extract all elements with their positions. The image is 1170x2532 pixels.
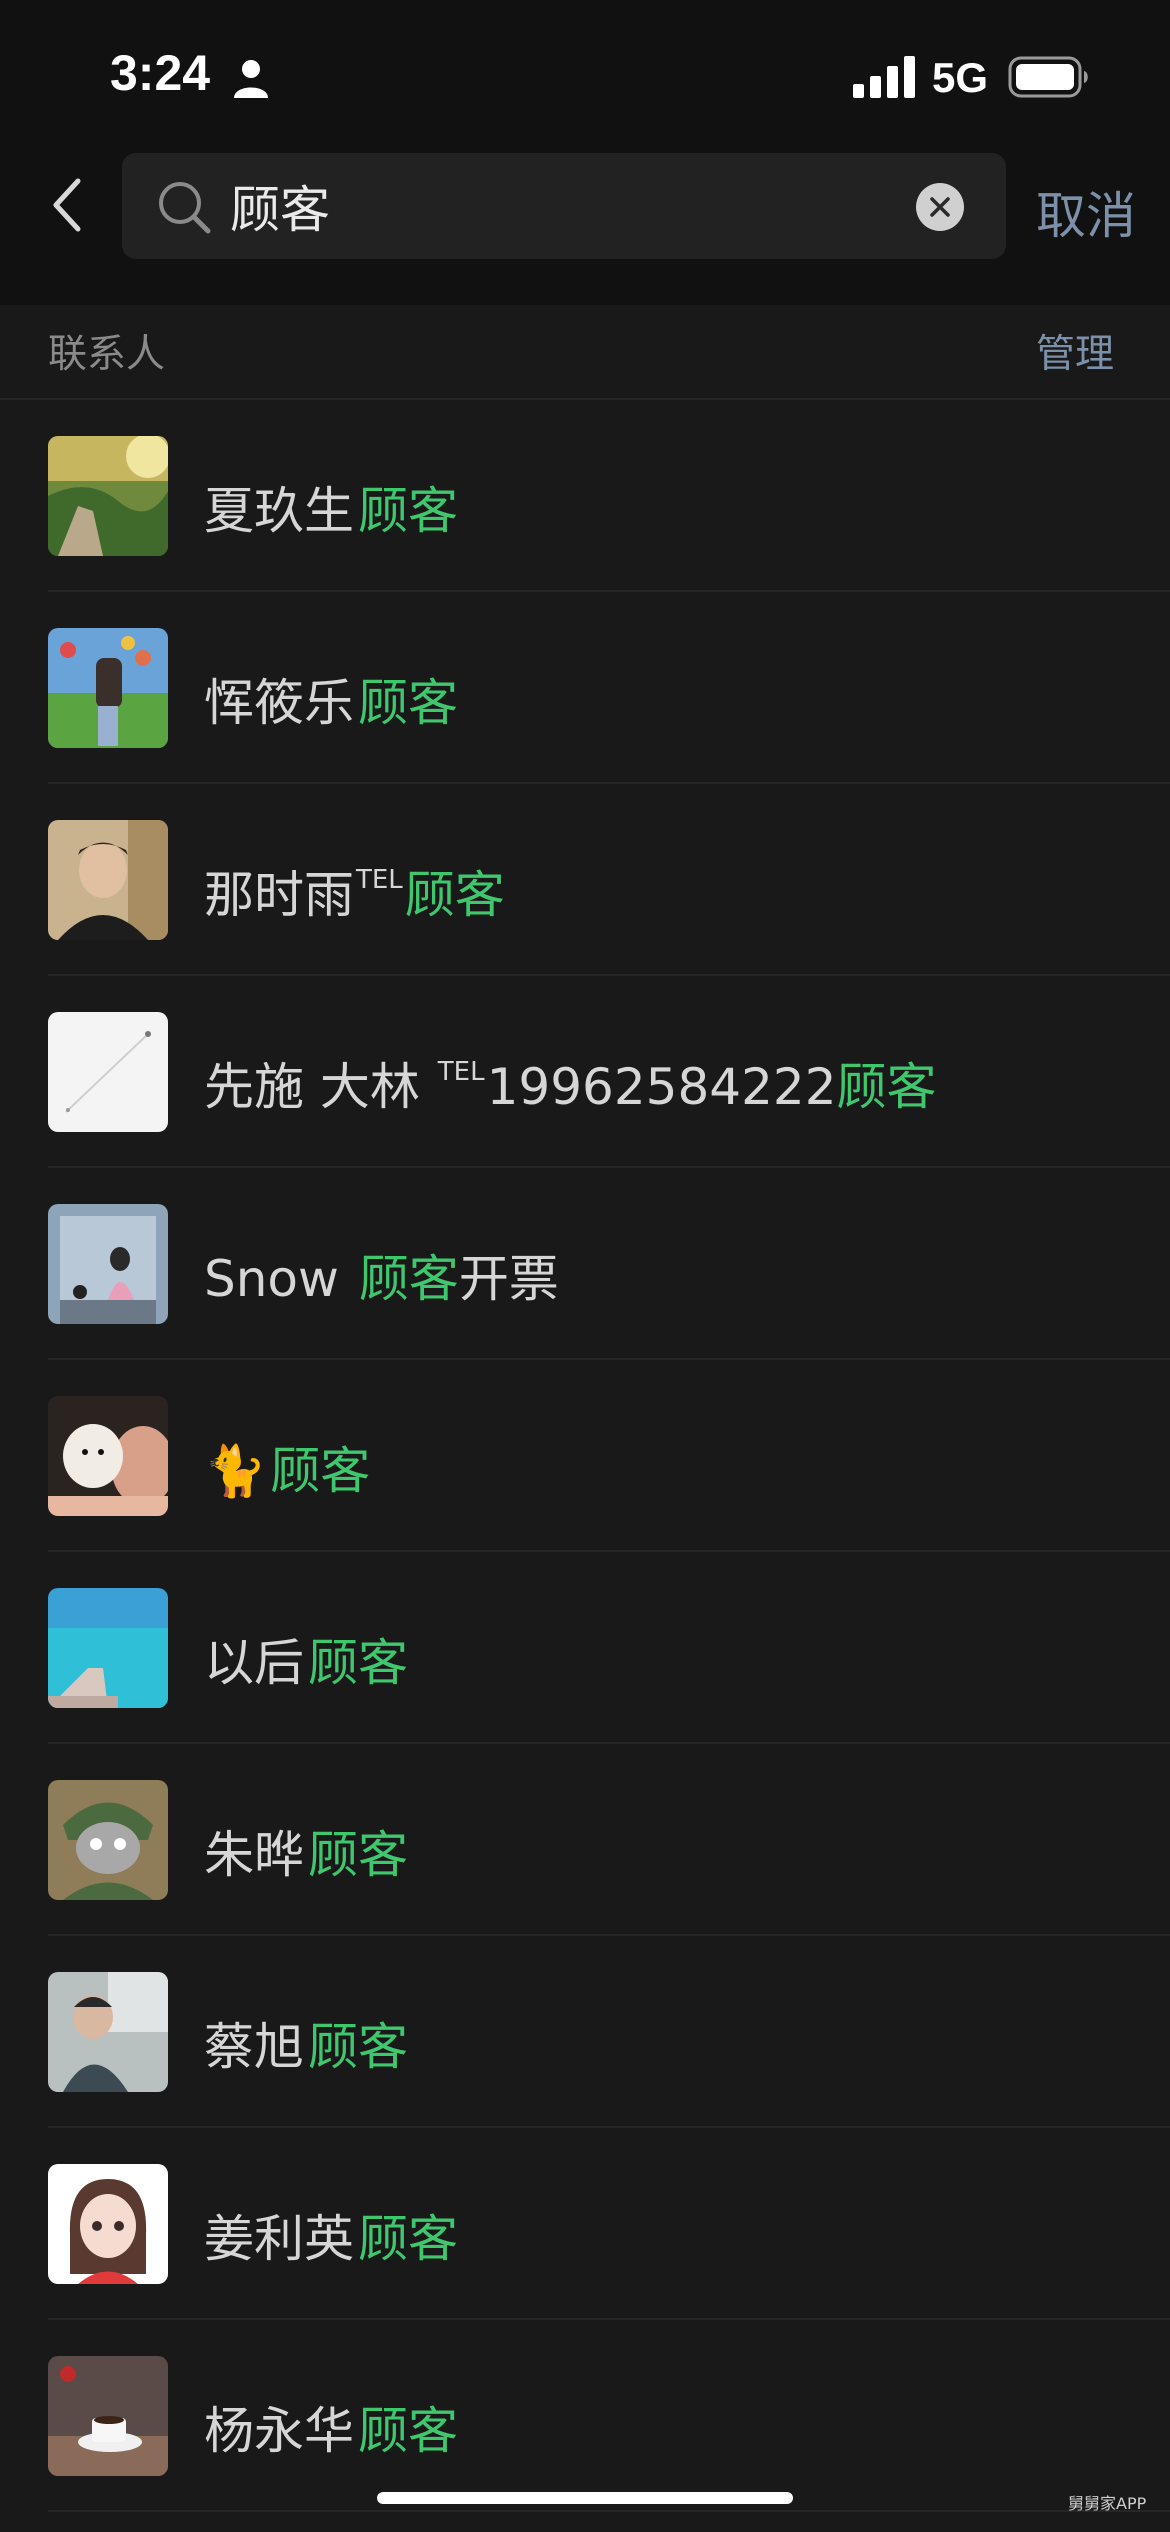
status-time: 3:24 (110, 45, 211, 101)
cellular-signal-icon (853, 56, 915, 98)
contact-name: 杨永华顾客 (204, 2402, 458, 2460)
contact-name: Snow 顾客开票 (204, 1250, 559, 1308)
contact-name: 姜利英顾客 (204, 2210, 458, 2268)
manage-button[interactable]: 管理 (1036, 323, 1114, 379)
contact-name: 先施 大林 TEL19962584222顾客 (204, 1057, 937, 1116)
contact-row[interactable]: 恽筱乐顾客 (0, 592, 1170, 784)
search-input[interactable] (230, 175, 890, 237)
contact-name: 朱晔顾客 (204, 1826, 408, 1884)
avatar (48, 436, 168, 556)
search-icon (159, 182, 211, 234)
contact-row[interactable]: 蔡旭顾客 (0, 1936, 1170, 2128)
contact-name: 蔡旭顾客 (204, 2018, 408, 2076)
contact-row[interactable]: 杨永华顾客 (0, 2320, 1170, 2512)
contact-name: 恽筱乐顾客 (204, 674, 458, 732)
person-icon (234, 60, 268, 98)
close-icon (930, 197, 950, 217)
top-bar: 3:24 5G 取消 (0, 0, 1170, 305)
contact-row[interactable]: Snow 顾客开票 (0, 1168, 1170, 1360)
contact-row[interactable]: 朱晔顾客 (0, 1744, 1170, 1936)
avatar (48, 2164, 168, 2284)
contact-row[interactable]: 先施 大林 TEL19962584222顾客 (0, 976, 1170, 1168)
avatar (48, 1396, 168, 1516)
contact-list: 夏玖生顾客 恽筱乐顾客 那时雨TEL顾客 先施 大林 TEL1996258422… (0, 400, 1170, 2512)
contact-name: 🐈顾客 (204, 1442, 371, 1500)
search-bar[interactable] (122, 153, 1006, 259)
cancel-button[interactable]: 取消 (1036, 176, 1136, 248)
watermark: 舅舅家APP (1068, 2494, 1147, 2513)
contact-row[interactable]: 那时雨TEL顾客 (0, 784, 1170, 976)
avatar (48, 2356, 168, 2476)
home-indicator[interactable] (377, 2492, 793, 2504)
contacts-section-header: 联系人 管理 (0, 305, 1170, 400)
avatar (48, 628, 168, 748)
contact-row[interactable]: 以后顾客 (0, 1552, 1170, 1744)
avatar (48, 1588, 168, 1708)
clear-search-button[interactable] (916, 183, 964, 231)
contact-row[interactable]: 夏玖生顾客 (0, 400, 1170, 592)
contact-row[interactable]: 🐈顾客 (0, 1360, 1170, 1552)
contact-row[interactable]: 姜利英顾客 (0, 2128, 1170, 2320)
avatar (48, 1972, 168, 2092)
contact-name: 夏玖生顾客 (204, 482, 458, 540)
avatar (48, 1204, 168, 1324)
contact-name: 以后顾客 (204, 1634, 408, 1692)
avatar (48, 820, 168, 940)
avatar (48, 1780, 168, 1900)
back-chevron-icon[interactable] (48, 175, 88, 235)
battery-icon (1008, 56, 1088, 98)
section-title: 联系人 (48, 332, 166, 377)
network-type: 5G (932, 54, 989, 101)
avatar (48, 1012, 168, 1132)
contact-name: 那时雨TEL顾客 (204, 865, 505, 924)
